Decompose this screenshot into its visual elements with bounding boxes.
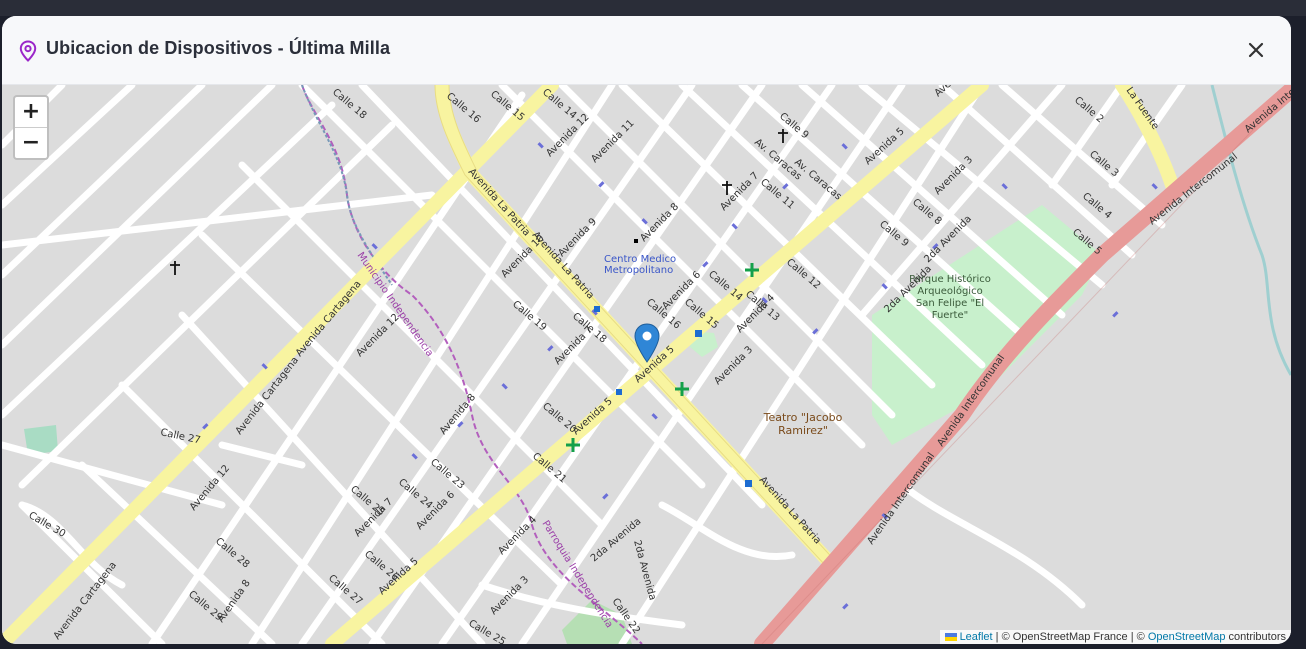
modal-title: Ubicacion de Dispositivos - Última Milla [46,38,391,58]
leaflet-link[interactable]: Leaflet [960,631,993,643]
label-calle-28: Calle 28 [213,536,251,571]
label-calle-26: Calle 26 [362,549,400,584]
hospital-dot [634,239,638,243]
map-view[interactable]: Centro Medico Metropolitano Parque Histó… [2,85,1291,644]
label-parque-2: Arqueológico [917,285,982,297]
label-centro-medico-2: Metropolitano [604,265,673,276]
ukraine-flag-icon [944,633,957,642]
label-parque-3: San Felipe "El [916,298,984,309]
osm-link[interactable]: OpenStreetMap [1148,631,1226,643]
map-tiles[interactable]: Centro Medico Metropolitano Parque Histó… [2,85,1291,644]
modal-header: Ubicacion de Dispositivos - Última Milla [2,16,1291,85]
close-icon[interactable] [1246,40,1266,60]
label-av-intercomunal-4: Avenida Intercomunal [1243,85,1291,135]
label-parque-4: Fuerte" [932,310,968,321]
page-backdrop [0,0,1306,16]
label-calle-25b: Calle 25 [467,618,508,644]
zoom-control: + − [13,95,49,160]
label-centro-medico-1: Centro Medico [604,254,676,265]
label-teatro-2: Ramirez" [778,424,828,437]
street-labels: Centro Medico Metropolitano Parque Histó… [27,85,1292,644]
map-pin-icon [19,40,37,62]
attribution-text-1: | © OpenStreetMap France | © [992,631,1148,643]
label-2da-av-4: 2da Avenida [631,539,658,602]
label-teatro-1: Teatro "Jacobo [763,411,843,424]
label-avenida-11: Avenida 11 [589,118,636,165]
label-calle-20: Calle 20 [540,401,578,436]
label-av-la-patria-3: Avenida La Patria [757,475,823,547]
attribution-text-2: contributors [1225,631,1286,643]
label-calle-23: Calle 23 [428,457,466,492]
label-avenida-8b: Avenida 8 [438,392,478,437]
map-attribution: Leaflet | © OpenStreetMap France | © Ope… [939,630,1291,644]
map-marker-icon[interactable] [634,323,660,363]
zoom-out-button[interactable]: − [15,128,47,158]
device-location-modal: Ubicacion de Dispositivos - Última Milla [2,16,1291,644]
label-avenida-4b: Avenida 4 [496,514,539,557]
zoom-in-button[interactable]: + [15,97,47,128]
